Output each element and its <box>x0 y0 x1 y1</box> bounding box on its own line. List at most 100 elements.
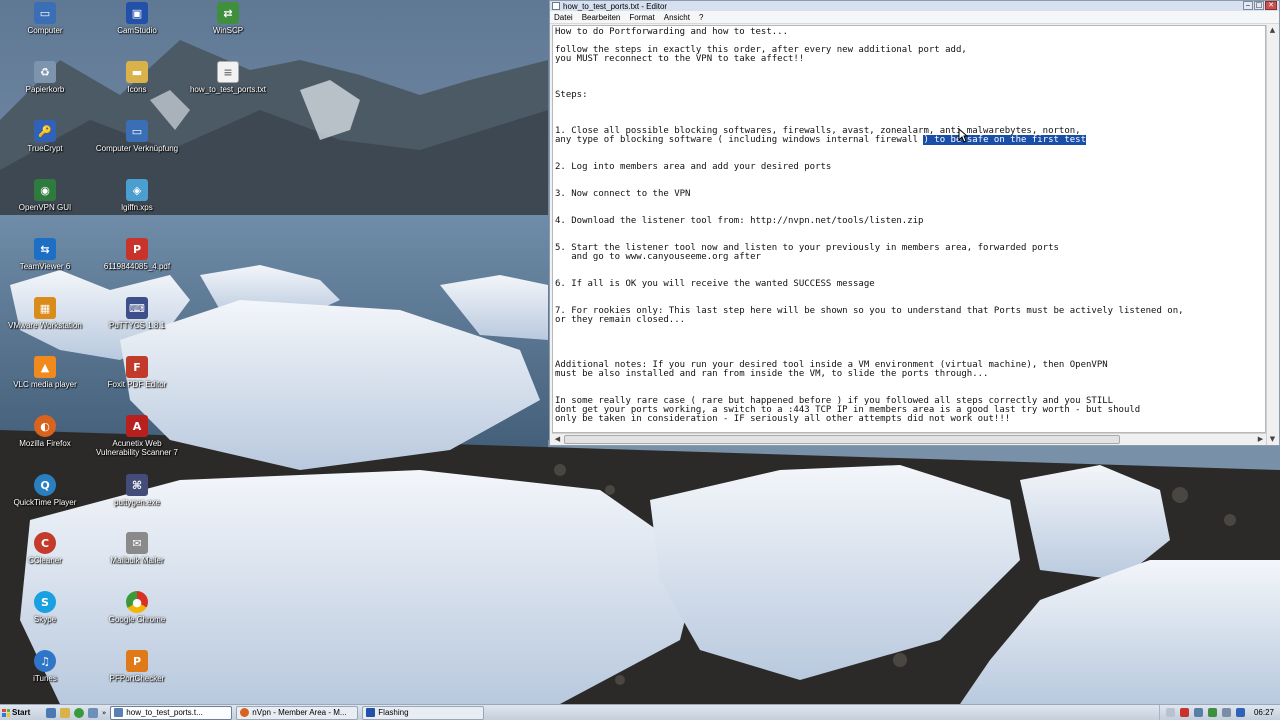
desktop-icon-label: how_to_test_ports.txt <box>189 85 267 94</box>
pdf-file-icon: P <box>126 238 148 260</box>
quicktime-icon: Q <box>34 474 56 496</box>
desktop-icon-text-file[interactable]: ≡ how_to_test_ports.txt <box>185 61 271 94</box>
tray-network-icon[interactable] <box>1193 708 1203 717</box>
desktop-icon-label: Icons <box>127 85 147 94</box>
menu-bearbeiten[interactable]: Bearbeiten <box>582 13 621 22</box>
desktop-icon-xps-file[interactable]: ◈ lgiffn.xps <box>94 179 180 212</box>
desktop-icon-camstudio[interactable]: ▣ CamStudio <box>94 2 180 35</box>
desktop-icon-teamviewer[interactable]: ⇆ TeamViewer 6 <box>2 238 88 271</box>
scroll-up-icon[interactable]: ▲ <box>1267 25 1278 36</box>
mailer-icon: ✉ <box>126 532 148 554</box>
taskbar-button-firefox[interactable]: nVpn - Member Area - M... <box>236 705 359 720</box>
taskbar-button-camstudio[interactable]: Flashing <box>362 705 485 720</box>
desktop-icon-label: OpenVPN GUI <box>18 203 72 212</box>
text-line: only be taken in consideration - IF seri… <box>555 414 1011 424</box>
camstudio-icon <box>366 708 376 717</box>
desktop-icon-label: Google Chrome <box>108 615 166 624</box>
tray-volume-icon[interactable] <box>1221 708 1231 717</box>
xps-file-icon: ◈ <box>126 179 148 201</box>
explorer-icon[interactable] <box>60 707 70 718</box>
desktop-icon-quicktime[interactable]: Q QuickTime Player <box>2 474 88 507</box>
winscp-icon: ⇄ <box>217 2 239 24</box>
desktop-icon-recycle-bin[interactable]: ♻ Papierkorb <box>2 61 88 94</box>
puttygen-icon: ⌘ <box>126 474 148 496</box>
scroll-left-icon[interactable]: ◀ <box>552 434 563 445</box>
horizontal-scroll-thumb[interactable] <box>564 435 1120 444</box>
desktop-icon-icons-folder[interactable]: ▬ Icons <box>94 61 180 94</box>
taskbar-button-editor[interactable]: how_to_test_ports.t... <box>110 705 233 720</box>
mouse-cursor-icon <box>958 128 968 143</box>
tray-arrow-icon[interactable] <box>1165 708 1175 717</box>
tray-security-icon[interactable] <box>1179 708 1189 717</box>
desktop-icon-label: iTunes <box>33 674 57 683</box>
maximize-button[interactable]: □ <box>1254 1 1264 10</box>
vertical-scrollbar[interactable]: ▲ ▼ <box>1266 25 1278 445</box>
tray-vpn-icon[interactable] <box>1235 708 1245 717</box>
menu-datei[interactable]: Datei <box>554 13 573 22</box>
close-button[interactable]: ✕ <box>1265 1 1277 10</box>
text-file-icon: ≡ <box>217 61 239 83</box>
desktop-icon-vmware[interactable]: ▦ VMware Workstation <box>2 297 88 330</box>
taskbar-button-label: Flashing <box>378 708 409 717</box>
desktop-icon-label: 6119844085_4.pdf <box>103 262 171 271</box>
start-button[interactable]: Start <box>0 706 42 720</box>
document-text[interactable]: How to do Portforwarding and how to test… <box>553 26 1265 424</box>
desktop-icon-ccleaner[interactable]: C CCleaner <box>2 532 88 565</box>
desktop-icon-label: Computer Verknüpfung <box>95 144 179 153</box>
notepad-icon <box>114 708 124 717</box>
ccleaner-icon: C <box>34 532 56 554</box>
tray-app-icon[interactable] <box>1207 708 1217 717</box>
desktop-icon-portchecker[interactable]: P PFPortChecker <box>94 650 180 683</box>
editor-window[interactable]: how_to_test_ports.txt - Editor ‒ □ ✕ Dat… <box>549 0 1280 446</box>
desktop-icon-label: Foxit PDF Editor <box>107 380 167 389</box>
vmware-icon: ▦ <box>34 297 56 319</box>
desktop-icon-mailer[interactable]: ✉ Mailbulk Mailer <box>94 532 180 565</box>
editor-titlebar[interactable]: how_to_test_ports.txt - Editor ‒ □ ✕ <box>550 1 1279 11</box>
desktop-icon-puttygen[interactable]: ⌘ puttygen.exe <box>94 474 180 507</box>
show-desktop-icon[interactable] <box>46 707 56 718</box>
desktop-icon-label: CCleaner <box>28 556 62 565</box>
desktop-icon-computer[interactable]: ▭ Computer <box>2 2 88 35</box>
menu-ansicht[interactable]: Ansicht <box>664 13 690 22</box>
firefox-icon: ◐ <box>34 415 56 437</box>
desktop-icon-openvpn[interactable]: ◉ OpenVPN GUI <box>2 179 88 212</box>
menu-help[interactable]: ? <box>699 13 703 22</box>
notepad-quicklaunch-icon[interactable] <box>88 707 98 718</box>
desktop-icon-chrome[interactable]: ● Google Chrome <box>94 591 180 624</box>
desktop-icon-label: PuTTYCS 1.8.1 <box>108 321 166 330</box>
editor-text-area[interactable]: How to do Portforwarding and how to test… <box>552 25 1266 433</box>
desktop-icon-vlc[interactable]: ▲ VLC media player <box>2 356 88 389</box>
scroll-right-icon[interactable]: ▶ <box>1255 434 1266 445</box>
desktop-icon-computer-shortcut[interactable]: ▭ Computer Verknüpfung <box>94 120 180 153</box>
text-line: you MUST reconnect to the VPN to take af… <box>555 54 805 64</box>
chrome-icon: ● <box>126 591 148 613</box>
chrome-quicklaunch-icon[interactable] <box>74 707 84 718</box>
desktop-icon-puttycs[interactable]: ⌨ PuTTYCS 1.8.1 <box>94 297 180 330</box>
editor-menubar: Datei Bearbeiten Format Ansicht ? <box>550 11 1279 24</box>
desktop-icon-skype[interactable]: S Skype <box>2 591 88 624</box>
desktop-icon-label: VMware Workstation <box>8 321 82 330</box>
desktop-icon-itunes[interactable]: ♫ iTunes <box>2 650 88 683</box>
clock[interactable]: 06:27 <box>1254 708 1274 717</box>
desktop-icon-foxit[interactable]: F Foxit PDF Editor <box>94 356 180 389</box>
desktop-icon-firefox[interactable]: ◐ Mozilla Firefox <box>2 415 88 448</box>
foxit-icon: F <box>126 356 148 378</box>
putty-icon: ⌨ <box>126 297 148 319</box>
start-label: Start <box>12 708 31 717</box>
minimize-button[interactable]: ‒ <box>1243 1 1253 10</box>
menu-format[interactable]: Format <box>629 13 654 22</box>
windows-logo-icon <box>2 708 10 717</box>
itunes-icon: ♫ <box>34 650 56 672</box>
text-line: or they remain closed... <box>555 315 686 325</box>
scroll-down-icon[interactable]: ▼ <box>1267 434 1278 445</box>
desktop-icon-winscp[interactable]: ⇄ WinSCP <box>185 2 271 35</box>
desktop-icon-pdf-file[interactable]: P 6119844085_4.pdf <box>94 238 180 271</box>
text-line: Steps: <box>555 90 588 100</box>
text-selection: ) to be safe on the first test <box>923 135 1087 145</box>
horizontal-scrollbar[interactable]: ◀ ▶ <box>552 433 1266 445</box>
desktop-icon-truecrypt[interactable]: 🔑 TrueCrypt <box>2 120 88 153</box>
desktop-icon-acunetix[interactable]: A Acunetix Web Vulnerability Scanner 7 <box>94 415 180 457</box>
desktop-icon-label: lgiffn.xps <box>121 203 153 212</box>
truecrypt-icon: 🔑 <box>34 120 56 142</box>
chevron-right-icon[interactable]: » <box>102 709 106 717</box>
